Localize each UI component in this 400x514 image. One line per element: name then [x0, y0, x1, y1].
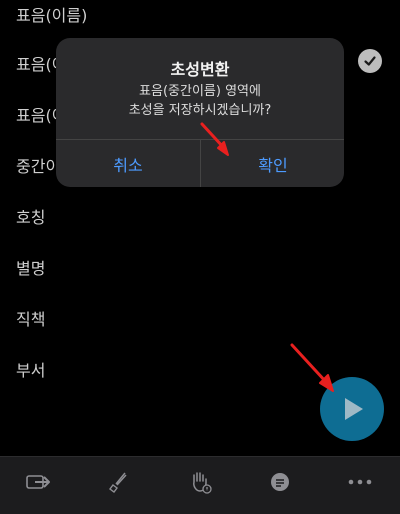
- play-icon: [345, 398, 363, 420]
- more-icon[interactable]: [340, 467, 380, 497]
- list-item[interactable]: 부서: [16, 357, 45, 381]
- brush-icon[interactable]: [99, 467, 139, 497]
- list-item[interactable]: 중간이: [16, 153, 60, 177]
- list-item[interactable]: 별명: [16, 255, 45, 279]
- dialog-message-line2: 초성을 저장하시겠습니까?: [128, 103, 272, 118]
- hand-icon[interactable]: [180, 467, 220, 497]
- dialog-message: 표음(중간이름) 영역에 초성을 저장하시겠습니까?: [56, 82, 344, 120]
- confirm-button[interactable]: 확인: [201, 140, 344, 187]
- share-arrow-icon[interactable]: [19, 467, 59, 497]
- list-item[interactable]: 직책: [16, 306, 45, 330]
- list-item[interactable]: 표음(이름): [16, 2, 87, 26]
- comment-icon[interactable]: [260, 467, 300, 497]
- dialog-message-line1: 표음(중간이름) 영역에: [139, 84, 261, 99]
- arrow-to-play: [290, 343, 334, 392]
- cancel-button[interactable]: 취소: [56, 140, 200, 187]
- dialog-title: 초성변환: [170, 60, 230, 79]
- convert-initials-dialog: 초성변환 표음(중간이름) 영역에 초성을 저장하시겠습니까? 취소 확인: [56, 38, 344, 187]
- play-button[interactable]: [320, 377, 384, 441]
- list-item[interactable]: 호칭: [16, 204, 45, 228]
- bottom-toolbar: [0, 456, 400, 514]
- checkmark-icon[interactable]: [358, 49, 382, 73]
